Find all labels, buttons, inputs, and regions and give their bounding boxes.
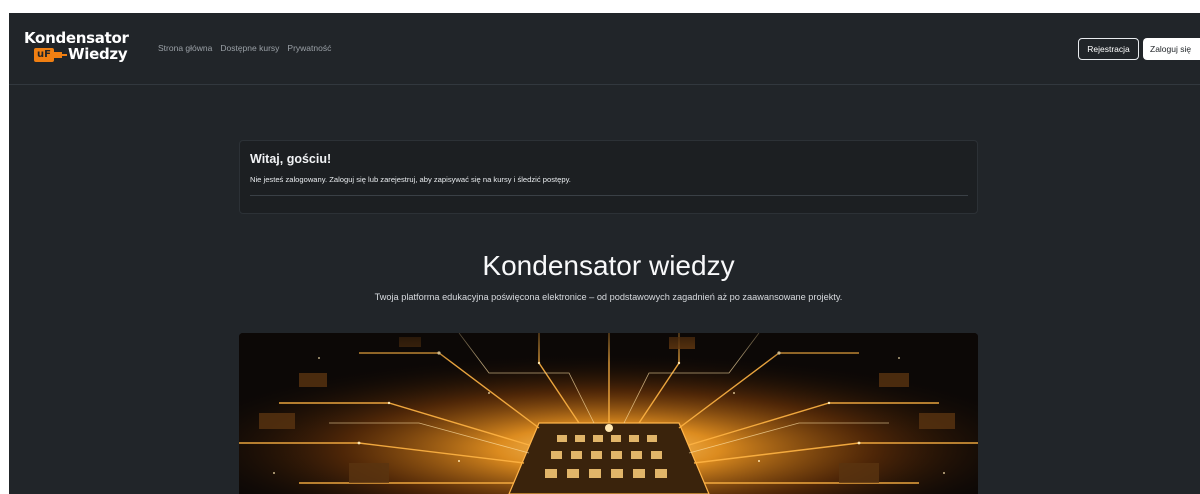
brand-logo[interactable]: Kondensator uF Wiedzy (24, 31, 134, 67)
welcome-message: Nie jesteś zalogowany. Zaloguj się lub z… (250, 175, 571, 184)
main-nav: Strona główna Dostępne kursy Prywatność (158, 43, 331, 54)
hero-circuit-image (239, 333, 978, 494)
hero-title: Kondensator wiedzy (482, 250, 735, 281)
welcome-card: Witaj, gościu! Nie jesteś zalogowany. Za… (239, 140, 978, 214)
login-button[interactable]: Zaloguj się (1143, 38, 1200, 60)
brand-line-2-group: uF Wiedzy (34, 47, 134, 63)
nav-link-home[interactable]: Strona główna (158, 43, 212, 54)
register-button[interactable]: Rejestracja (1078, 38, 1139, 60)
nav-link-privacy[interactable]: Prywatność (287, 43, 331, 54)
brand-line-2: Wiedzy (68, 45, 128, 63)
capacitor-lead-tip-icon (61, 54, 67, 56)
hero-subtitle: Twoja platforma edukacyjna poświęcona el… (374, 292, 843, 302)
nav-link-courses[interactable]: Dostępne kursy (220, 43, 279, 54)
capacitor-badge-icon: uF (34, 48, 54, 62)
page: Kondensator uF Wiedzy Strona główna Dost… (9, 13, 1200, 494)
brand-line-1: Kondensator (24, 29, 129, 47)
welcome-title: Witaj, gościu! (250, 152, 332, 166)
navbar: Kondensator uF Wiedzy Strona główna Dost… (9, 13, 1200, 85)
welcome-divider (250, 195, 968, 196)
